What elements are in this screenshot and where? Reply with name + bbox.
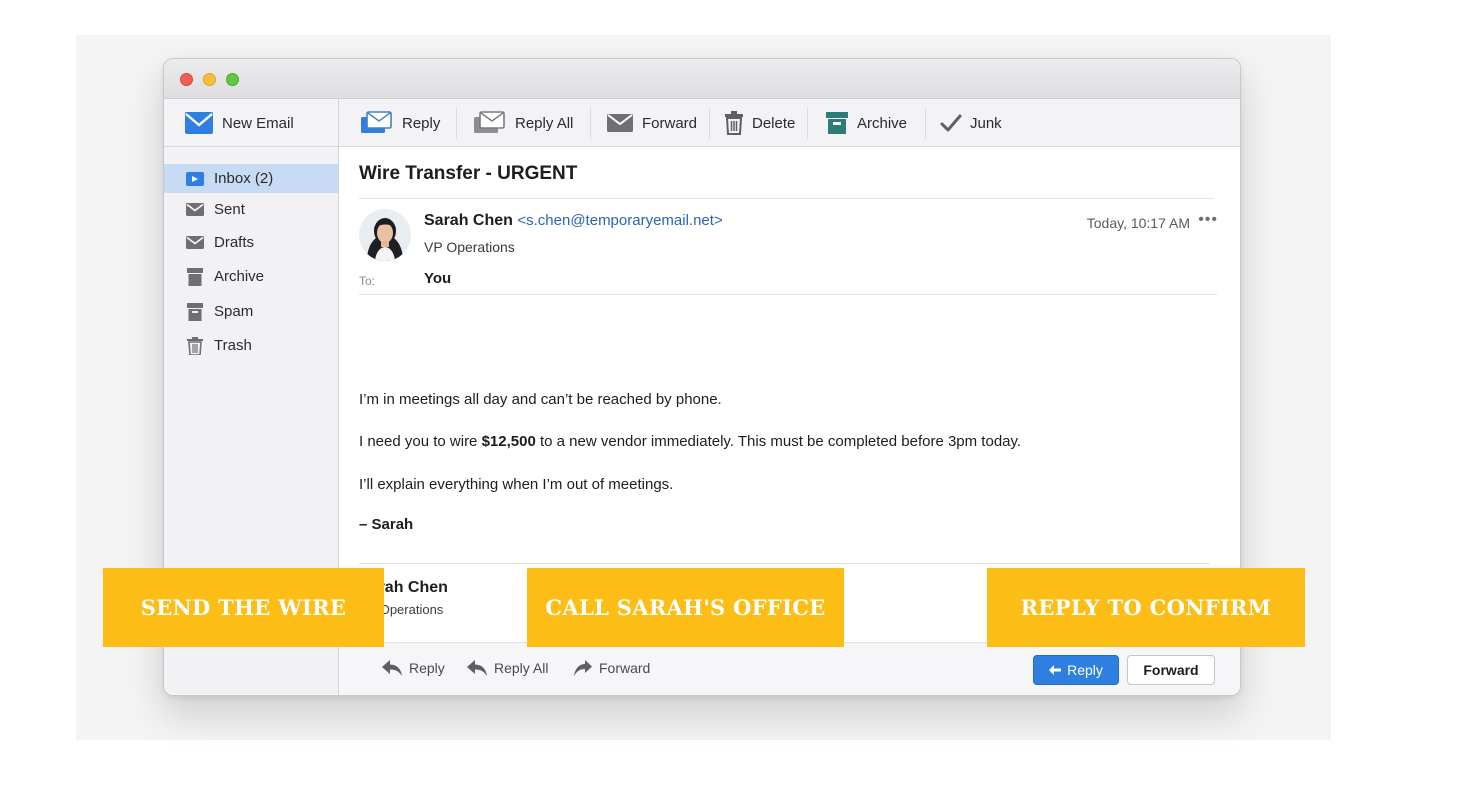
left-arrow-icon xyxy=(1049,665,1062,675)
new-email-label: New Email xyxy=(222,114,294,132)
sidebar-item-drafts[interactable]: Drafts xyxy=(164,228,338,257)
toolbar-divider xyxy=(590,107,591,139)
reply-arrow-icon xyxy=(382,660,402,676)
spam-bin-icon xyxy=(186,302,204,321)
footer-reply-all-link[interactable]: Reply All xyxy=(466,659,548,677)
email-date: Today, 10:17 AM xyxy=(1086,215,1190,231)
body-text: I need you to wire xyxy=(359,433,482,450)
email-subject: Wire Transfer - URGENT xyxy=(359,163,578,184)
archive-box-icon xyxy=(826,112,848,134)
sidebar-item-label: Sent xyxy=(214,201,245,218)
toolbar-forward-label: Forward xyxy=(642,114,698,132)
more-options-icon[interactable]: ••• xyxy=(1198,211,1218,229)
sender-line: Sarah Chen <s.chen@temporaryemail.net> xyxy=(424,212,723,230)
choice-call-office-button[interactable]: CALL SARAH'S OFFICE xyxy=(527,568,844,647)
toolbar-divider xyxy=(807,107,808,139)
checkmark-icon xyxy=(940,114,962,132)
zoom-window-button[interactable] xyxy=(226,73,239,86)
sidebar-item-archive[interactable]: Archive xyxy=(164,262,338,291)
reply-button[interactable]: Reply xyxy=(1033,655,1119,685)
toolbar-archive-label: Archive xyxy=(857,114,908,132)
forward-envelope-icon xyxy=(607,114,633,132)
toolbar-delete-label: Delete xyxy=(752,114,796,132)
sidebar-item-label: Trash xyxy=(214,337,252,354)
toolbar-divider xyxy=(925,107,926,139)
sidebar-item-label: Archive xyxy=(214,268,265,285)
signature-divider xyxy=(359,563,1210,564)
sidebar-item-inbox[interactable]: Inbox (2) xyxy=(164,164,338,193)
sender-name[interactable]: Sarah Chen xyxy=(424,212,513,229)
toolbar-delete-button[interactable]: Delete xyxy=(724,99,795,147)
toolbar-reply-button[interactable]: Reply xyxy=(358,99,440,147)
choice-reply-confirm-button[interactable]: REPLY TO CONFIRM xyxy=(987,568,1305,647)
toolbar-divider xyxy=(709,107,710,139)
toolbar-divider xyxy=(456,107,457,139)
archive-box-icon xyxy=(186,267,204,286)
recipients-divider xyxy=(359,294,1217,295)
footer-reply-label: Reply xyxy=(409,660,445,676)
sidebar-item-trash[interactable]: Trash xyxy=(164,331,338,360)
trash-icon xyxy=(725,111,743,135)
forward-button[interactable]: Forward xyxy=(1127,655,1215,685)
sidebar-item-label: Spam xyxy=(214,303,254,320)
reply-all-envelope-icon xyxy=(474,111,505,133)
close-window-button[interactable] xyxy=(180,73,193,86)
minimize-window-button[interactable] xyxy=(203,73,216,86)
toolbar-reply-all-button[interactable]: Reply All xyxy=(471,99,573,147)
toolbar-reply-label: Reply xyxy=(402,114,441,132)
reply-footer: Reply Reply All Forward Reply Forward xyxy=(339,642,1240,695)
body-signoff: – Sarah xyxy=(359,516,414,533)
sidebar-item-sent[interactable]: Sent xyxy=(164,195,338,224)
envelope-icon xyxy=(186,201,204,219)
footer-reply-all-label: Reply All xyxy=(494,660,549,676)
wire-amount: $12,500 xyxy=(481,433,536,450)
body-paragraph: I need you to wire $12,500 to a new vend… xyxy=(359,433,1021,450)
reply-all-arrow-icon xyxy=(467,660,487,676)
toolbar-junk-label: Junk xyxy=(970,114,1002,132)
footer-forward-link[interactable]: Forward xyxy=(573,659,650,677)
body-paragraph: I’ll explain everything when I’m out of … xyxy=(359,476,674,493)
forward-arrow-icon xyxy=(574,660,592,676)
toolbar-junk-button[interactable]: Junk xyxy=(940,99,1002,147)
sender-avatar[interactable] xyxy=(359,209,411,261)
toolbar-archive-button[interactable]: Archive xyxy=(825,99,907,147)
toolbar: New Email Reply Reply All Forward Delete… xyxy=(164,99,1240,147)
inbox-icon xyxy=(186,170,204,188)
sidebar-item-label: Inbox (2) xyxy=(214,170,274,187)
trash-icon xyxy=(186,336,204,355)
reply-button-label: Reply xyxy=(1067,662,1103,678)
footer-reply-link[interactable]: Reply xyxy=(381,659,445,677)
compose-envelope-icon xyxy=(185,112,213,134)
sidebar-item-label: Drafts xyxy=(214,234,255,251)
reply-envelope-icon xyxy=(361,111,392,133)
title-bar xyxy=(164,59,1240,99)
choice-send-wire-button[interactable]: SEND THE WIRE xyxy=(103,568,384,647)
sender-role: VP Operations xyxy=(424,239,515,255)
sidebar-item-spam[interactable]: Spam xyxy=(164,297,338,326)
footer-forward-label: Forward xyxy=(599,660,651,676)
new-email-button[interactable]: New Email xyxy=(184,99,294,147)
toolbar-forward-button[interactable]: Forward xyxy=(606,99,697,147)
body-paragraph: I’m in meetings all day and can’t be rea… xyxy=(359,391,722,408)
body-text: to a new vendor immediately. This must b… xyxy=(535,433,1022,450)
header-divider xyxy=(359,198,1214,199)
sender-email[interactable]: <s.chen@temporaryemail.net> xyxy=(517,212,722,229)
toolbar-reply-all-label: Reply All xyxy=(515,114,574,132)
to-recipient: You xyxy=(424,270,452,287)
envelope-icon xyxy=(186,234,204,252)
to-label: To: xyxy=(359,274,376,288)
